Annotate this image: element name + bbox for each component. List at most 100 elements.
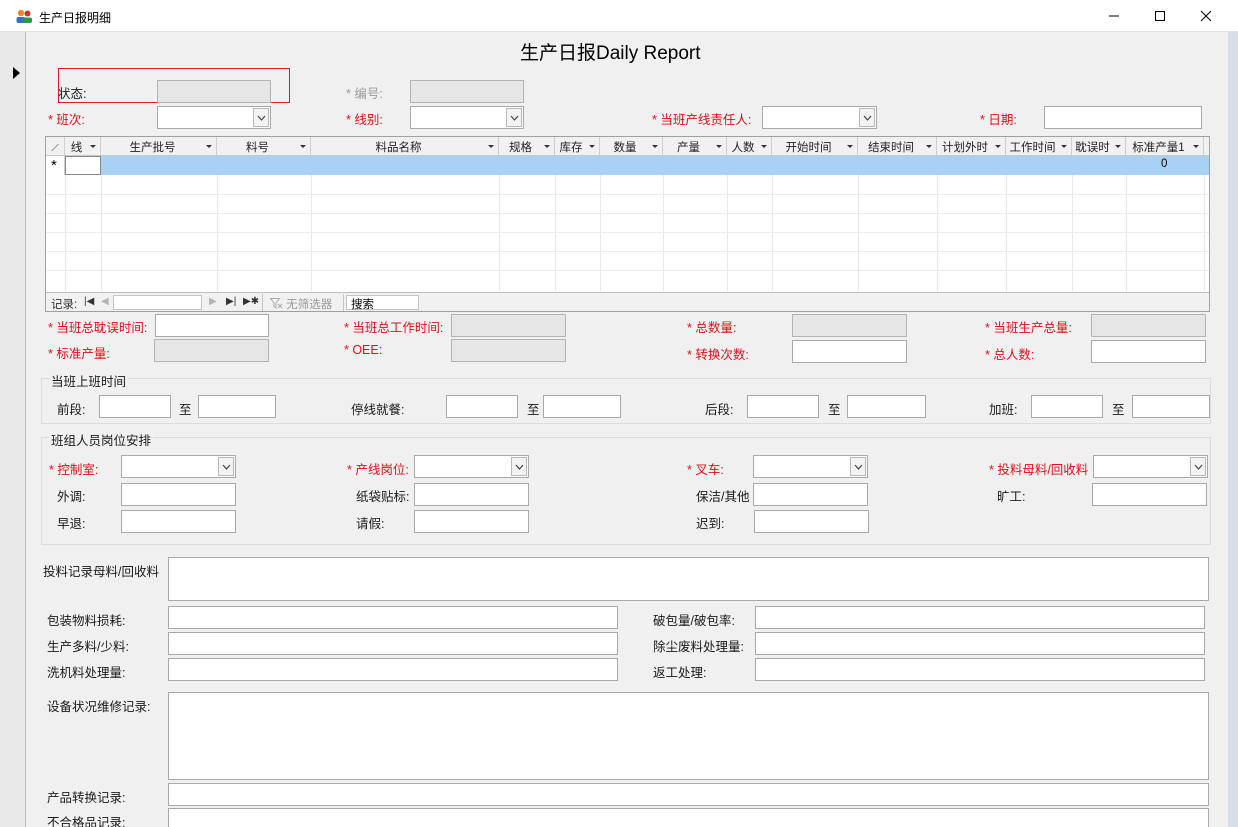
front-segment-start-field[interactable] — [99, 395, 171, 418]
changeover-count-field[interactable] — [792, 340, 907, 363]
control-room-dropdown-button[interactable] — [218, 457, 234, 476]
new-record-row[interactable]: * 0 — [46, 156, 1209, 175]
column-header-batch[interactable]: 生产批号 — [101, 137, 217, 156]
shift-leader-combobox[interactable] — [762, 106, 877, 129]
line-dropdown-button[interactable] — [506, 108, 522, 127]
column-header-spec[interactable]: 规格 — [499, 137, 555, 156]
production-detail-datasheet[interactable]: 线 生产批号 料号 料品名称 规格 库存 数量 产量 人数 开始时间 结束时间 … — [45, 136, 1210, 312]
column-header-standard-output[interactable]: 标准产量1 — [1126, 137, 1204, 156]
meal-break-end-field[interactable] — [543, 395, 621, 418]
sort-arrow-icon[interactable] — [206, 145, 212, 148]
previous-record-button[interactable]: ◀ — [101, 296, 109, 307]
sort-arrow-icon[interactable] — [847, 145, 853, 148]
total-headcount-field[interactable] — [1091, 340, 1206, 363]
oee-field[interactable] — [451, 339, 566, 362]
sort-arrow-icon[interactable] — [488, 145, 494, 148]
transfer-out-field[interactable] — [121, 483, 236, 506]
new-record-selector[interactable]: * — [46, 156, 65, 175]
wash-machine-material-field[interactable] — [168, 658, 618, 681]
column-header-part-name[interactable]: 料品名称 — [311, 137, 499, 156]
standard-output-cell[interactable]: 0 — [1161, 158, 1167, 170]
line-combobox[interactable] — [410, 106, 524, 129]
sort-arrow-icon[interactable] — [90, 145, 96, 148]
column-header-start-time[interactable]: 开始时间 — [772, 137, 858, 156]
absent-field[interactable] — [1092, 483, 1207, 506]
column-header-stock[interactable]: 库存 — [555, 137, 600, 156]
minimize-button[interactable] — [1091, 0, 1137, 32]
sort-arrow-icon[interactable] — [652, 145, 658, 148]
packaging-loss-field[interactable] — [168, 606, 618, 629]
front-segment-end-field[interactable] — [198, 395, 276, 418]
total-delay-time-field[interactable] — [155, 314, 269, 337]
first-record-button[interactable]: |◀ — [84, 296, 94, 307]
forklift-combobox[interactable] — [753, 455, 868, 478]
meal-break-start-field[interactable] — [446, 395, 518, 418]
sort-arrow-icon[interactable] — [1193, 145, 1199, 148]
shift-combobox[interactable] — [157, 106, 271, 129]
column-header-delay-time[interactable]: 耽误时 — [1072, 137, 1126, 156]
bag-labeling-field[interactable] — [414, 483, 529, 506]
late-field[interactable] — [754, 510, 869, 533]
sort-arrow-icon[interactable] — [1061, 145, 1067, 148]
total-work-time-field[interactable] — [451, 314, 566, 337]
sort-arrow-icon[interactable] — [761, 145, 767, 148]
column-header-end-time[interactable]: 结束时间 — [858, 137, 937, 156]
overtime-end-field[interactable] — [1132, 395, 1210, 418]
no-filter-button[interactable]: 无筛选器 — [269, 296, 332, 312]
shift-dropdown-button[interactable] — [253, 108, 269, 127]
back-segment-end-field[interactable] — [847, 395, 926, 418]
sort-arrow-icon[interactable] — [1115, 145, 1121, 148]
early-leave-field[interactable] — [121, 510, 236, 533]
column-header-quantity[interactable]: 数量 — [600, 137, 663, 156]
chevron-down-icon — [257, 115, 266, 121]
new-record-button[interactable]: ▶✱ — [243, 296, 259, 307]
dust-waste-field[interactable] — [755, 632, 1205, 655]
cleaning-other-field[interactable] — [753, 483, 868, 506]
leave-field[interactable] — [414, 510, 529, 533]
close-button[interactable] — [1183, 0, 1229, 32]
sort-arrow-icon[interactable] — [589, 145, 595, 148]
nonconforming-record-textarea[interactable] — [168, 808, 1209, 827]
feeding-combobox[interactable] — [1093, 455, 1208, 478]
line-cell-input[interactable] — [65, 156, 101, 175]
record-selector-gutter[interactable] — [0, 32, 26, 827]
shift-leader-dropdown-button[interactable] — [859, 108, 875, 127]
sort-arrow-icon[interactable] — [995, 145, 1001, 148]
column-header-unplanned-time[interactable]: 计划外时 — [937, 137, 1006, 156]
column-header-line[interactable]: 线 — [65, 137, 101, 156]
back-segment-start-field[interactable] — [747, 395, 819, 418]
number-field[interactable] — [410, 80, 524, 103]
wash-machine-material-label: 洗机料处理量: — [47, 666, 126, 680]
broken-bag-field[interactable] — [755, 606, 1205, 629]
feeding-dropdown-button[interactable] — [1190, 457, 1206, 476]
total-output-field[interactable] — [1091, 314, 1206, 337]
next-record-button[interactable]: ▶ — [209, 296, 217, 307]
broken-bag-label: 破包量/破包率: — [653, 614, 735, 628]
sort-arrow-icon[interactable] — [300, 145, 306, 148]
sort-arrow-icon[interactable] — [926, 145, 932, 148]
line-post-combobox[interactable] — [414, 455, 529, 478]
control-room-combobox[interactable] — [121, 455, 236, 478]
column-header-part-no[interactable]: 料号 — [217, 137, 311, 156]
forklift-dropdown-button[interactable] — [850, 457, 866, 476]
maximize-button[interactable] — [1137, 0, 1183, 32]
sort-arrow-icon[interactable] — [544, 145, 550, 148]
maintenance-record-textarea[interactable] — [168, 692, 1209, 780]
column-header-output[interactable]: 产量 — [663, 137, 727, 156]
total-quantity-field[interactable] — [792, 314, 907, 337]
select-all-corner[interactable] — [46, 137, 65, 156]
date-field[interactable] — [1044, 106, 1202, 129]
line-post-dropdown-button[interactable] — [511, 457, 527, 476]
rework-field[interactable] — [755, 658, 1205, 681]
last-record-button[interactable]: ▶| — [226, 296, 236, 307]
over-under-material-field[interactable] — [168, 632, 618, 655]
feeding-record-textarea[interactable] — [168, 557, 1209, 601]
changeover-record-field[interactable] — [168, 783, 1209, 806]
record-number-input[interactable] — [113, 295, 202, 310]
standard-output-field[interactable] — [154, 339, 269, 362]
sort-arrow-icon[interactable] — [716, 145, 722, 148]
overtime-start-field[interactable] — [1031, 395, 1103, 418]
status-field[interactable] — [157, 80, 271, 103]
column-header-headcount[interactable]: 人数 — [727, 137, 772, 156]
column-header-work-time[interactable]: 工作时间 — [1006, 137, 1072, 156]
